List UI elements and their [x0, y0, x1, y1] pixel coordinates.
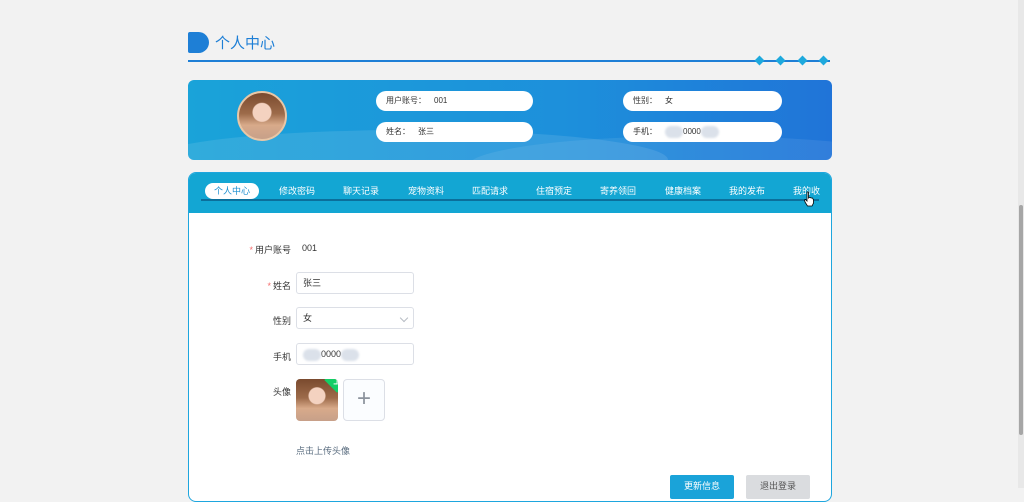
tab-change-password[interactable]: 修改密码	[279, 183, 315, 199]
check-icon	[324, 379, 338, 393]
gender-label: 性别	[272, 316, 291, 326]
hand-cursor-icon	[804, 191, 814, 207]
tab-personal-center[interactable]: 个人中心	[205, 183, 260, 199]
tab-my-posts[interactable]: 我的发布	[729, 183, 765, 199]
upload-hint: 点击上传头像	[296, 446, 351, 456]
heading-divider	[188, 60, 758, 62]
tab-chat-history[interactable]: 聊天记录	[343, 183, 379, 199]
account-pill: 用户账号： 001	[376, 91, 533, 111]
tab-underline	[201, 199, 819, 201]
name-input[interactable]: 张三	[296, 272, 414, 294]
account-pill-value: 001	[434, 96, 448, 105]
content-card: 个人中心 修改密码 聊天记录 宠物资料 匹配请求 住宿预定 寄养领回 健康档案 …	[188, 172, 832, 502]
profile-banner: 用户账号： 001 姓名： 张三 性别： 女 手机： 0000	[188, 80, 832, 160]
page-title: 个人中心	[215, 35, 276, 52]
name-pill-label: 姓名：	[386, 127, 410, 136]
tab-lodging-booking[interactable]: 住宿预定	[536, 183, 572, 199]
gender-select-value: 女	[303, 313, 313, 323]
gender-pill-value: 女	[665, 96, 673, 105]
tab-match-requests[interactable]: 匹配请求	[472, 183, 508, 199]
phone-pill: 手机： 0000	[623, 122, 782, 142]
update-info-button[interactable]: 更新信息	[670, 475, 734, 499]
phone-label: 手机	[272, 352, 291, 362]
phone-input[interactable]: 0000	[296, 343, 414, 365]
gender-pill: 性别： 女	[623, 91, 782, 111]
logo-icon	[188, 32, 209, 53]
phone-pill-label: 手机：	[633, 127, 657, 136]
decorative-dots	[754, 55, 830, 66]
logout-button[interactable]: 退出登录	[746, 475, 810, 499]
gender-pill-label: 性别：	[633, 96, 657, 105]
scrollbar-thumb[interactable]	[1019, 205, 1023, 435]
name-label: * 姓名	[267, 281, 291, 291]
name-pill-value: 张三	[418, 127, 434, 136]
phone-input-value: 0000	[321, 349, 342, 359]
gender-select[interactable]: 女	[296, 307, 414, 329]
tab-health-records[interactable]: 健康档案	[665, 183, 701, 199]
tab-boarding-return[interactable]: 寄养领回	[600, 183, 636, 199]
account-value: 001	[302, 243, 318, 253]
avatar-thumbnail[interactable]	[296, 379, 338, 421]
avatar-label: 头像	[272, 387, 291, 397]
scrollbar[interactable]	[1018, 0, 1024, 488]
chevron-down-icon	[399, 313, 409, 323]
account-pill-label: 用户账号：	[386, 96, 426, 105]
upload-avatar-button[interactable]: +	[343, 379, 385, 421]
account-label: * 用户账号	[249, 245, 291, 255]
name-pill: 姓名： 张三	[376, 122, 533, 142]
phone-pill-value: 0000	[683, 127, 701, 136]
avatar	[237, 91, 287, 141]
page-heading: 个人中心	[188, 32, 275, 53]
tab-pet-profile[interactable]: 宠物资料	[408, 183, 444, 199]
tab-bar: 个人中心 修改密码 聊天记录 宠物资料 匹配请求 住宿预定 寄养领回 健康档案 …	[189, 173, 831, 213]
